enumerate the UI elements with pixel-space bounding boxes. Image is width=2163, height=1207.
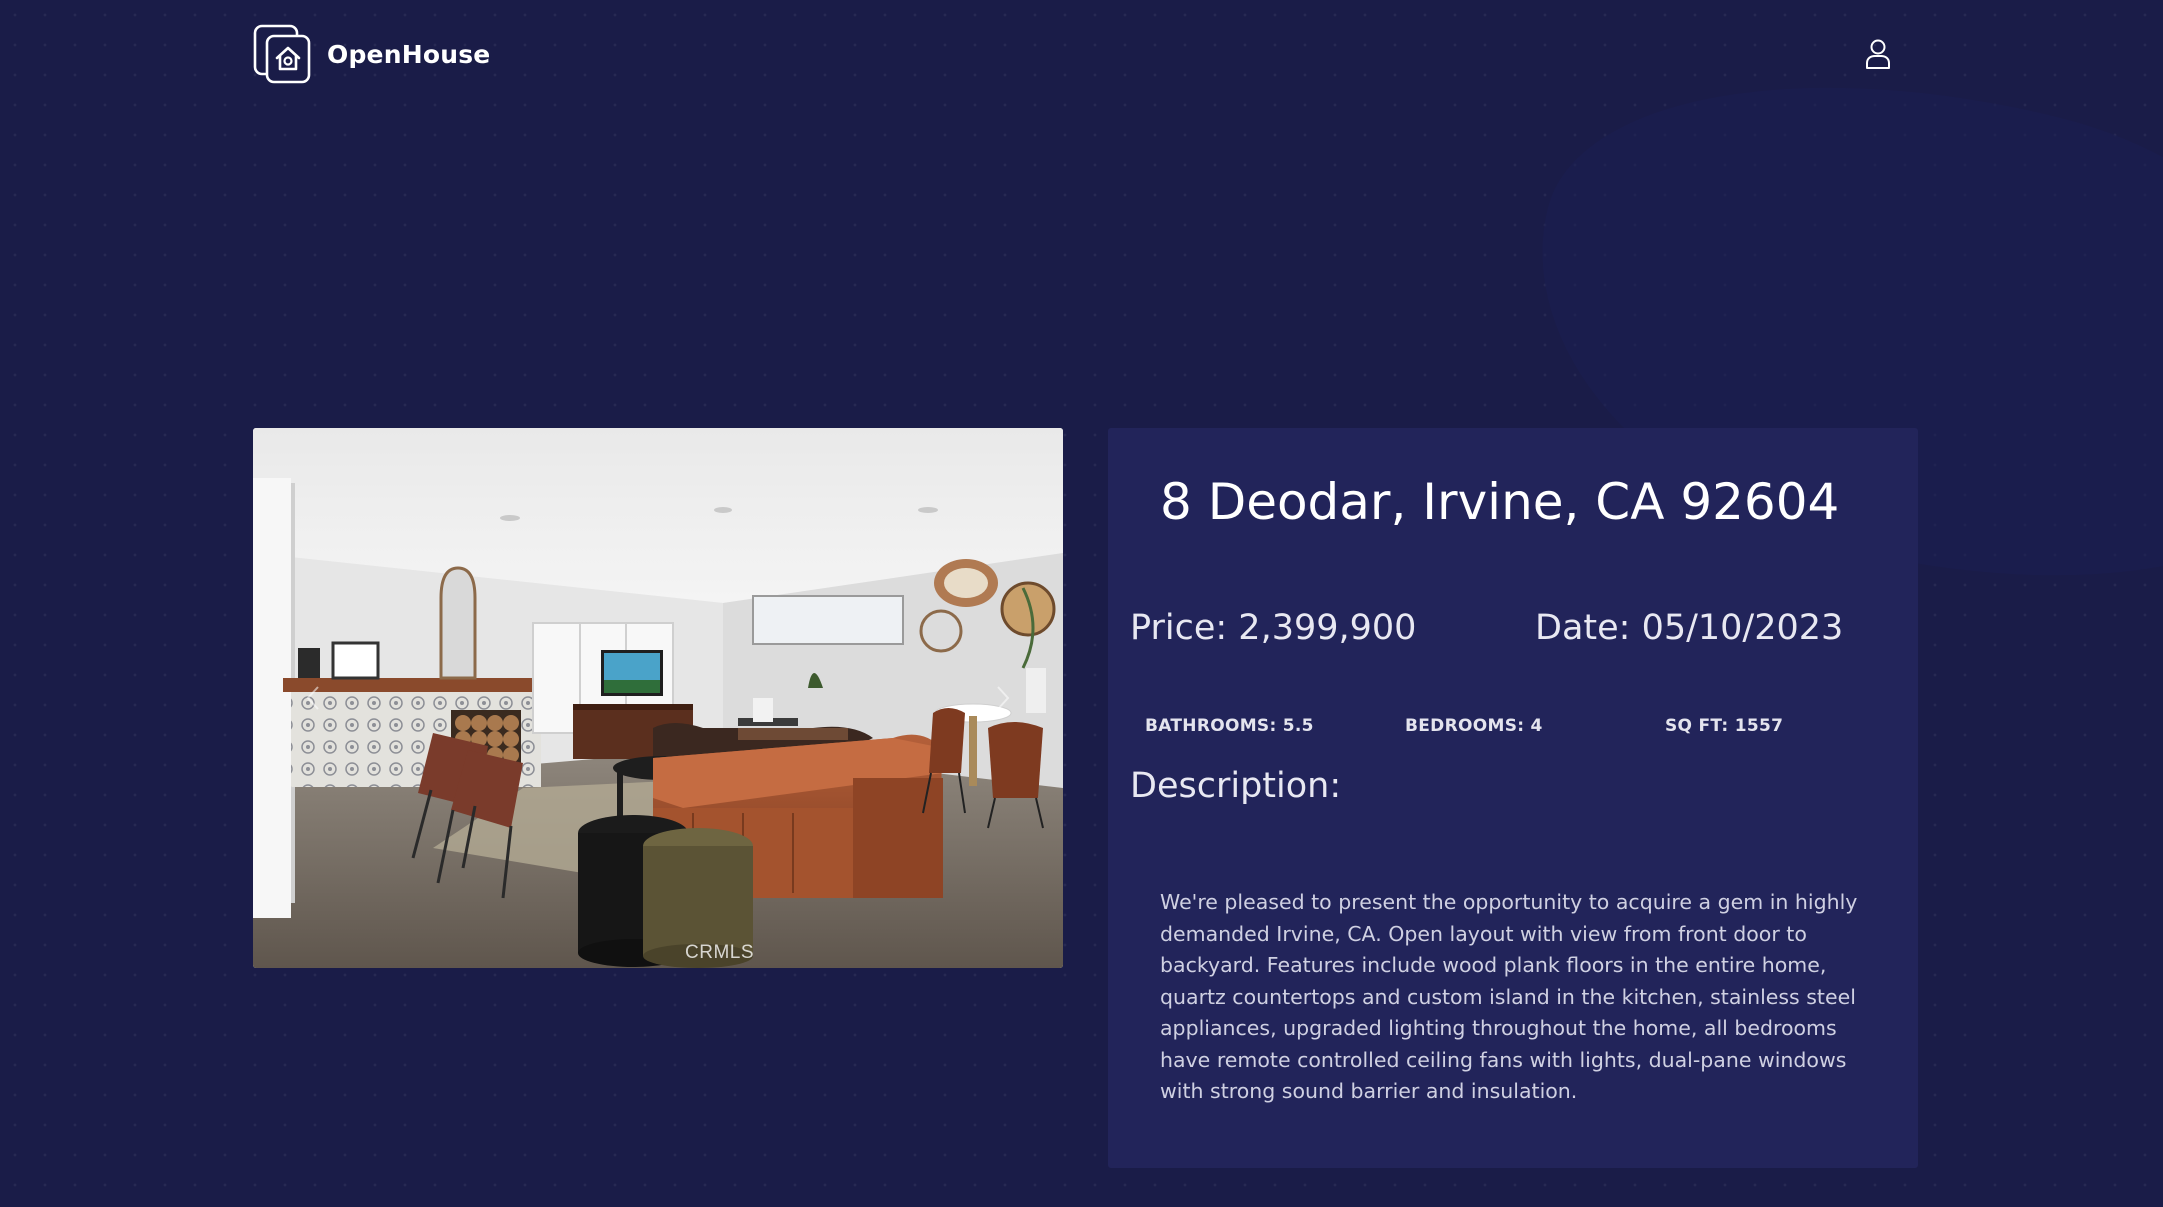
brand-name: OpenHouse	[327, 39, 491, 69]
description-text: We're pleased to present the opportunity…	[1160, 890, 1858, 1103]
listing-address: 8 Deodar, Irvine, CA 92604	[1160, 473, 1840, 531]
description-heading: Description:	[1130, 766, 1342, 806]
listing-date: Date: 05/10/2023	[1535, 608, 1844, 648]
property-photo-carousel[interactable]: CRMLS	[253, 428, 1063, 968]
bedrooms-count: BEDROOMS: 4	[1405, 716, 1543, 736]
user-account-icon	[1866, 39, 1890, 69]
listing-price: Price: 2,399,900	[1130, 608, 1417, 648]
listing-details-card: 8 Deodar, Irvine, CA 92604 Price: 2,399,…	[1108, 428, 1918, 1168]
brand-link[interactable]: OpenHouse	[253, 24, 490, 84]
carousel-next-button[interactable]	[988, 683, 1018, 713]
square-footage: SQ FT: 1557	[1665, 716, 1784, 736]
user-account-button[interactable]	[1858, 34, 1898, 74]
photo-watermark: CRMLS	[685, 942, 755, 963]
house-logo-icon	[253, 24, 311, 84]
carousel-prev-button[interactable]	[298, 683, 328, 713]
top-nav: OpenHouse	[253, 24, 1898, 84]
chevron-right-icon	[997, 686, 1010, 710]
living-room-photo	[253, 428, 1063, 968]
bathrooms-count: BATHROOMS: 5.5	[1145, 716, 1314, 736]
chevron-left-icon	[306, 686, 319, 710]
